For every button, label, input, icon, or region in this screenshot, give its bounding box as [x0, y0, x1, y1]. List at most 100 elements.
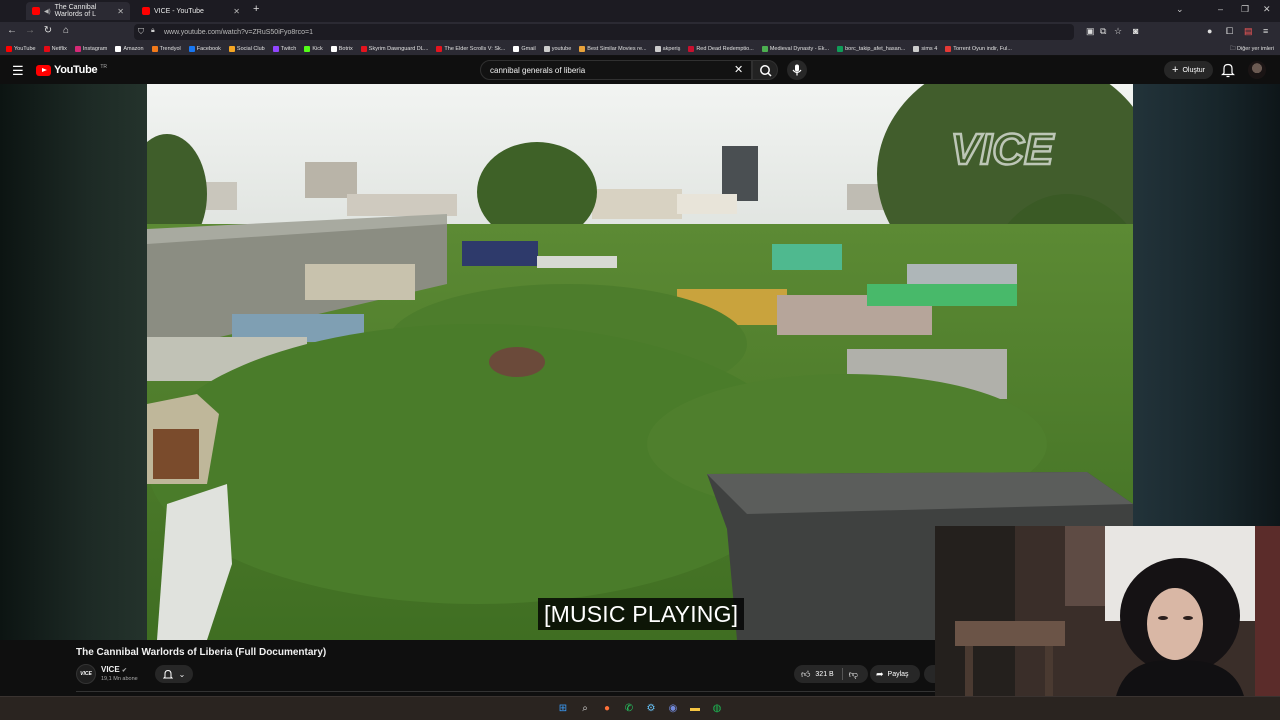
tab-list-chevron-icon[interactable]: ⌄ [1176, 4, 1184, 15]
share-button[interactable]: ➦ Paylaş [870, 665, 920, 683]
bookmark-item[interactable]: Instagram [74, 45, 107, 52]
search-button[interactable] [752, 60, 778, 80]
bookmark-label: Amazon [123, 45, 144, 52]
bookmark-item[interactable]: Torrent Oyun indir, Ful... [945, 45, 1012, 52]
bookmark-item[interactable]: Best Similar Movies re... [579, 45, 647, 52]
steam-icon[interactable]: ⚙ [643, 700, 659, 716]
ambient-left [0, 84, 147, 640]
minimize-button[interactable]: – [1218, 4, 1223, 14]
bookmark-item[interactable]: Social Club [228, 45, 265, 52]
browser-toolbar: ← → ↻ ⌂ ⛉ 🔒︎ www.youtube.com/watch?v=ZRu… [0, 22, 1280, 42]
search-icon [760, 65, 772, 77]
bookmark-item[interactable]: Red Dead Redemptio... [688, 45, 754, 52]
translate-icon[interactable]: ⧉ [1100, 26, 1106, 37]
close-window-button[interactable]: ✕ [1263, 4, 1271, 15]
channel-name[interactable]: VICE ✔ [101, 665, 127, 674]
close-icon[interactable]: ✕ [233, 7, 240, 16]
bookmark-item[interactable]: The Elder Scrolls V: Sk... [436, 45, 505, 52]
bookmark-item[interactable]: Netflix [43, 45, 67, 52]
bell-icon [162, 669, 173, 678]
channel-avatar[interactable]: VICE [76, 664, 96, 684]
whatsapp-icon[interactable]: ✆ [621, 700, 637, 716]
clear-search-icon[interactable]: ✕ [734, 63, 743, 76]
app-menu-icon[interactable]: ≡ [1263, 26, 1268, 36]
bookmark-item[interactable]: akperiş [654, 45, 680, 52]
share-arrow-icon: ➦ [876, 668, 884, 679]
bookmark-label: Skyrim Dawnguard DL... [368, 45, 429, 52]
other-bookmarks[interactable]: 🗀︎ Diğer yer imleri [1230, 45, 1274, 54]
extensions-icon[interactable]: ⧠ [1226, 26, 1233, 37]
bookmark-item[interactable]: Botrix [330, 45, 353, 52]
back-arrow-icon[interactable]: ← [5, 25, 19, 36]
notifications-button[interactable] [1221, 62, 1235, 83]
verified-check-icon: ✔ [121, 668, 127, 674]
bookmark-favicon-icon [579, 45, 586, 52]
folder-icon: 🗀︎ [1229, 46, 1236, 52]
bookmark-item[interactable]: Twitch [272, 45, 297, 52]
home-icon[interactable]: ⌂ [59, 25, 73, 36]
bookmark-item[interactable]: Amazon [115, 45, 144, 52]
voice-search-button[interactable] [787, 60, 807, 80]
screenshot-icon[interactable]: ◙ [1133, 26, 1138, 36]
bookmark-favicon-icon [654, 45, 661, 52]
create-button[interactable]: + Oluştur [1164, 61, 1213, 79]
new-tab-button[interactable]: + [253, 3, 259, 15]
bookmark-favicon-icon [228, 45, 235, 52]
bookmark-item[interactable]: Trendyol [151, 45, 181, 52]
other-bookmarks-label: Diğer yer imleri [1237, 46, 1274, 52]
bookmark-item[interactable]: Gmail [513, 45, 536, 52]
like-button[interactable]: 👍︎ [801, 669, 810, 680]
divider [841, 668, 843, 680]
bookmark-item[interactable]: Skyrim Dawnguard DL... [360, 45, 429, 52]
youtube-header: ☰ YouTube TR cannibal generals of liberi… [0, 56, 1280, 84]
bookmark-label: Medieval Dynasty - Ek... [769, 45, 830, 52]
restore-button[interactable]: ❐ [1241, 4, 1249, 15]
chevron-down-icon: ⌄ [178, 669, 186, 679]
plus-icon: + [1172, 64, 1179, 76]
file-explorer-icon[interactable]: ▬ [687, 700, 703, 716]
subscription-bell-button[interactable]: ⌄ [155, 665, 193, 683]
logo-text: YouTube [54, 64, 98, 76]
bookmarks-bar: YouTube Netflix Instagram Amazon Trendyol Fac… [0, 42, 1280, 56]
bookmark-item[interactable]: YouTube [6, 45, 36, 52]
tab-cannibal-warlords[interactable]: ◀) The Cannibal Warlords of L ✕ [26, 2, 130, 20]
dislike-button[interactable]: 👎︎ [849, 669, 858, 680]
bookmark-favicon-icon [513, 45, 520, 52]
firefox-icon[interactable]: ● [599, 700, 615, 716]
bookmark-label: Torrent Oyun indir, Ful... [953, 45, 1012, 52]
channel-name-text: VICE [101, 665, 120, 674]
account-icon[interactable]: ● [1207, 26, 1212, 36]
bookmark-label: Facebook [196, 45, 221, 52]
speaker-icon: ◀) [44, 8, 51, 15]
bookmark-item[interactable]: borc_takip_afet_hasan... [837, 45, 905, 52]
tab-vice-youtube[interactable]: VICE - YouTube ✕ [136, 2, 246, 20]
close-icon[interactable]: ✕ [117, 7, 124, 16]
address-bar[interactable]: ⛉ 🔒︎ www.youtube.com/watch?v=ZRuS50iFyo8… [134, 24, 1074, 40]
channel-subscribers: 19,1 Mn abone [101, 676, 138, 682]
extension-badge-icon[interactable]: ▤ [1244, 26, 1253, 37]
spotify-icon[interactable]: ◍ [709, 700, 725, 716]
reader-view-icon[interactable]: ▣ [1086, 26, 1095, 37]
bookmark-label: Twitch [280, 45, 297, 52]
avatar[interactable] [1248, 61, 1266, 79]
windows-start-icon[interactable]: ⊞ [555, 700, 571, 716]
bookmark-item[interactable]: youtube [543, 45, 571, 52]
bookmark-label: Gmail [521, 45, 536, 52]
bookmark-item[interactable]: Kick [304, 45, 323, 52]
search-input[interactable]: cannibal generals of liberia [480, 60, 752, 80]
bookmark-star-icon[interactable]: ☆ [1114, 26, 1122, 37]
search-icon[interactable]: ⌕ [577, 700, 593, 716]
bookmark-item[interactable]: Medieval Dynasty - Ek... [761, 45, 830, 52]
video-subtitle: [MUSIC PLAYING] [538, 598, 745, 630]
bookmark-label: Trendyol [159, 45, 181, 52]
bookmark-favicon-icon [188, 45, 195, 52]
youtube-logo[interactable]: YouTube TR [36, 64, 107, 76]
discord-icon[interactable]: ◉ [665, 700, 681, 716]
menu-icon[interactable]: ☰ [12, 63, 24, 79]
bookmark-item[interactable]: sims 4 [913, 45, 937, 52]
bookmark-favicon-icon [837, 45, 844, 52]
bookmark-favicon-icon [115, 45, 122, 52]
bookmark-item[interactable]: Facebook [188, 45, 221, 52]
forward-arrow-icon[interactable]: → [23, 25, 37, 36]
reload-icon[interactable]: ↻ [41, 25, 55, 36]
